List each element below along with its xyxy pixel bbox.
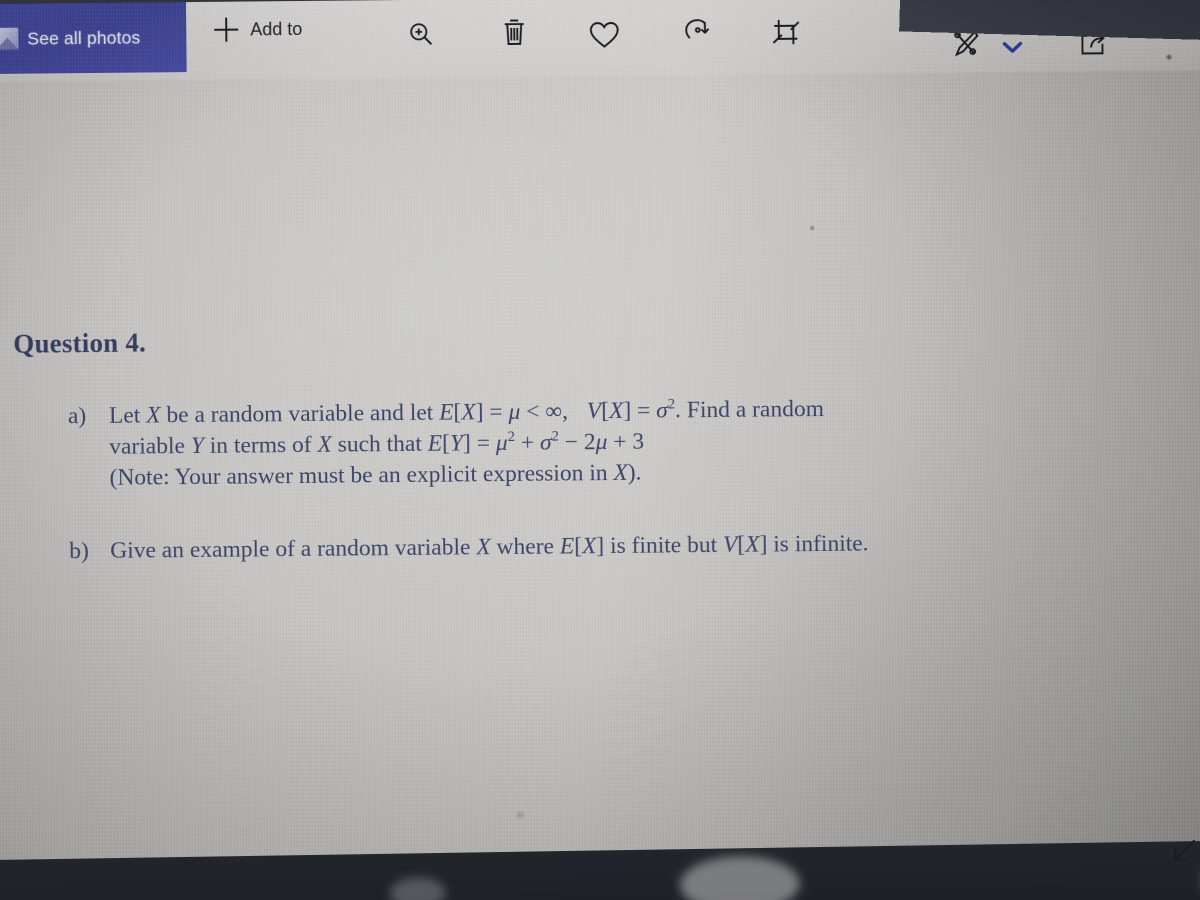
screen-surface: See all photos Add to Question 4. a) Let… [0,0,1200,876]
delete-button[interactable] [493,11,535,53]
rotate-icon [681,17,711,47]
screen-photograph: See all photos Add to Question 4. a) Let… [0,0,1200,900]
dust-speck [1166,54,1172,60]
dust-speck [516,811,524,818]
heart-icon [588,20,620,50]
crop-button[interactable] [765,12,807,54]
dust-speck [810,226,815,231]
question-part-a: a) Let X be a random variable and let E[… [68,391,1179,495]
trash-icon [500,16,528,48]
add-to-button[interactable]: Add to [214,17,302,42]
chevron-down-icon [1001,39,1023,55]
document-image[interactable]: Question 4. a) Let X be a random variabl… [0,70,1200,876]
see-all-photos-label: See all photos [27,27,141,49]
crop-icon [771,18,801,48]
part-a-body: Let X be a random variable and let E[X] … [109,391,1179,494]
part-b-line-1: Give an example of a random variable X w… [110,530,869,564]
see-all-photos-button[interactable]: See all photos [0,2,187,74]
favorite-button[interactable] [583,14,625,56]
rotate-button[interactable] [675,11,717,53]
part-b-marker: b) [69,538,89,565]
arrow-pointer-icon [1169,838,1199,868]
magnifier-plus-icon [406,20,436,50]
add-to-label: Add to [250,18,303,39]
page-title: Question 4. [13,327,147,359]
zoom-in-button[interactable] [400,14,442,56]
plus-icon [214,18,238,42]
question-part-b: b) Give an example of a random variable … [69,526,1179,568]
part-b-body: Give an example of a random variable X w… [110,526,1179,567]
photo-thumbnail-icon [0,27,19,50]
part-a-marker: a) [67,403,87,430]
